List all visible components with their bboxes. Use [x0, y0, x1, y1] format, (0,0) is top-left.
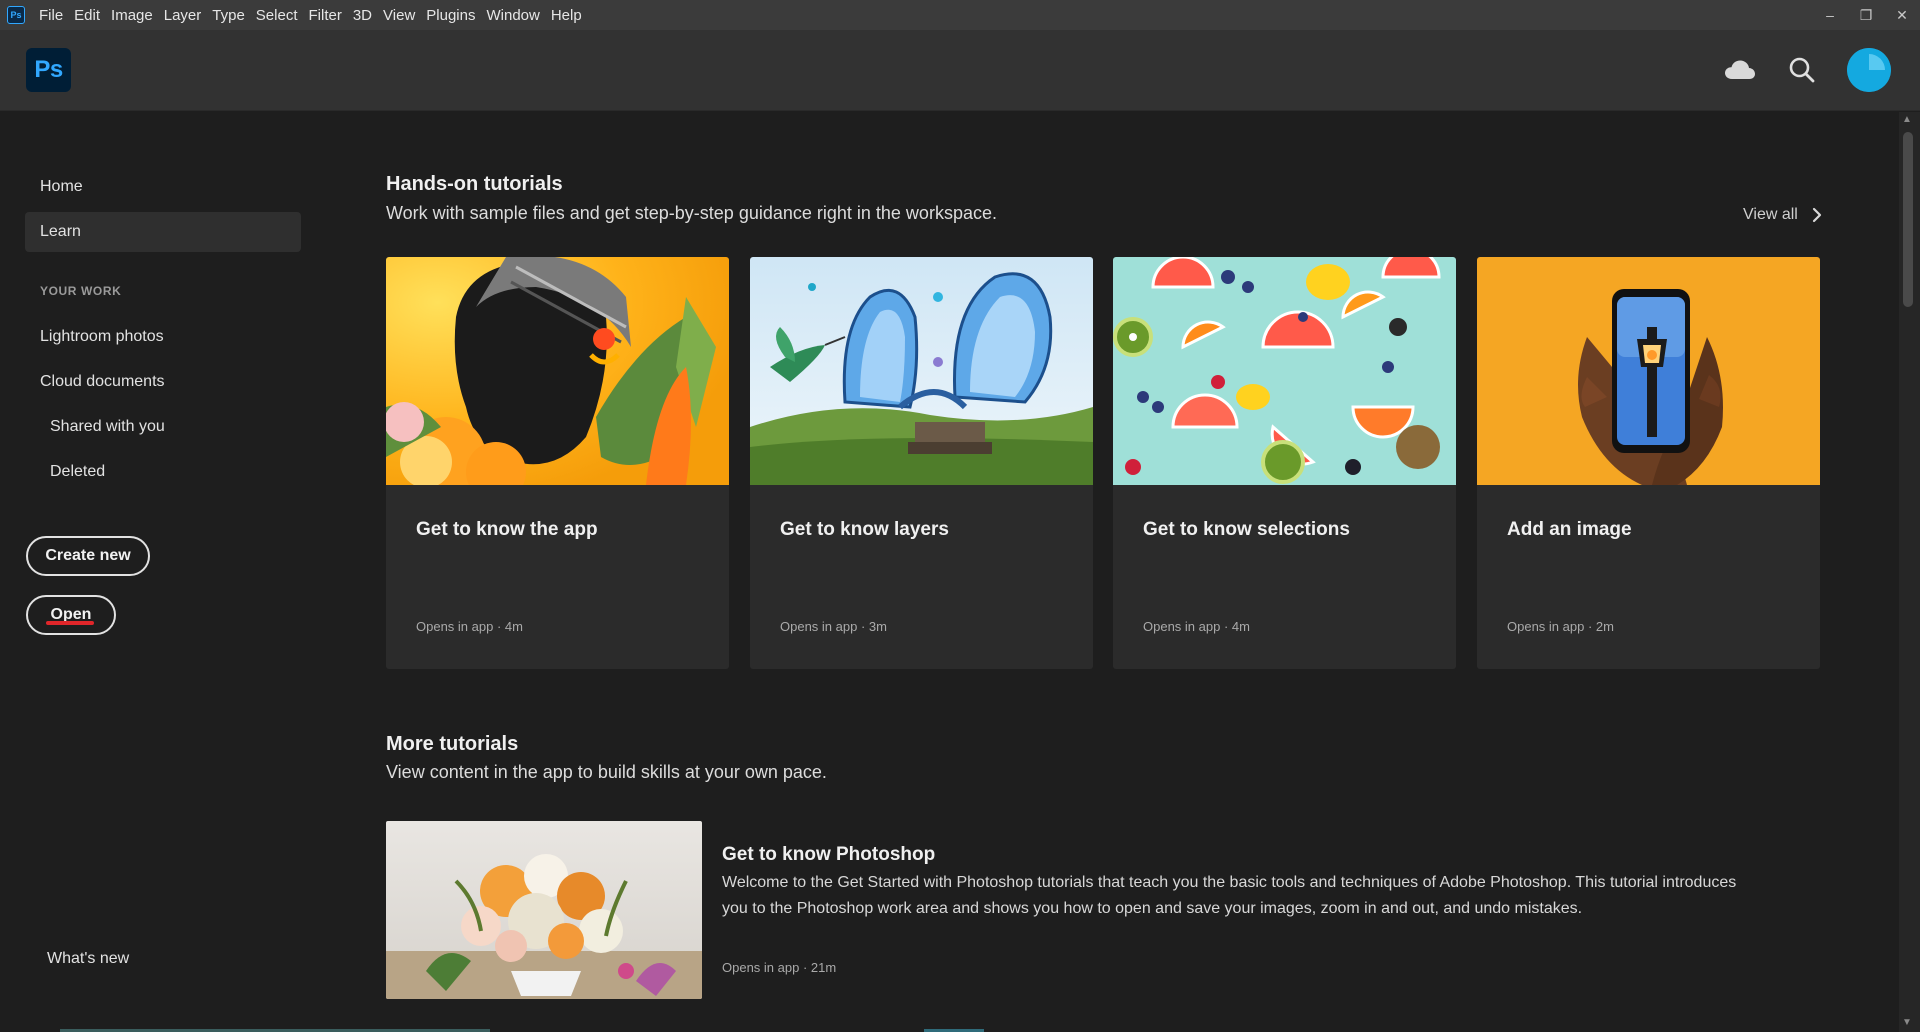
- whats-new-link[interactable]: What's new: [47, 950, 129, 968]
- menu-image[interactable]: Image: [111, 7, 163, 24]
- menu-select[interactable]: Select: [256, 7, 308, 24]
- card-meta: Opens in app · 2m: [1507, 619, 1614, 634]
- card-title: Add an image: [1507, 519, 1632, 540]
- more-item-meta: Opens in app · 21m: [722, 960, 837, 975]
- more-thumbnail-flowers[interactable]: [386, 821, 702, 999]
- restore-button[interactable]: ❐: [1848, 0, 1884, 30]
- view-all-link[interactable]: View all: [1743, 206, 1822, 224]
- menu-filter[interactable]: Filter: [309, 7, 352, 24]
- scroll-thumb[interactable]: [1903, 132, 1913, 307]
- card-meta: Opens in app · 4m: [416, 619, 523, 634]
- menu-edit[interactable]: Edit: [74, 7, 110, 24]
- view-all-label: View all: [1743, 206, 1798, 223]
- your-work-label: YOUR WORK: [40, 284, 122, 298]
- open-highlight-mark: [46, 621, 94, 625]
- tutorial-card-layers[interactable]: Get to know layers Opens in app · 3m: [750, 257, 1093, 669]
- scrollbar[interactable]: ▲ ▼: [1899, 112, 1920, 1032]
- card-meta: Opens in app · 4m: [1143, 619, 1250, 634]
- chevron-right-icon: [1812, 207, 1821, 223]
- menu-3d[interactable]: 3D: [353, 7, 382, 24]
- menu-window[interactable]: Window: [486, 7, 549, 24]
- open-button[interactable]: Open: [26, 595, 116, 635]
- ps-app-icon: Ps: [7, 6, 25, 24]
- menu-layer[interactable]: Layer: [164, 7, 212, 24]
- card-thumbnail-gramophone: [750, 257, 1093, 485]
- card-thumbnail-portrait: [386, 257, 729, 485]
- menu-file[interactable]: File: [39, 7, 73, 24]
- card-title: Get to know layers: [780, 519, 949, 540]
- search-icon[interactable]: [1784, 52, 1820, 88]
- more-item-description: Welcome to the Get Started with Photosho…: [722, 874, 1737, 917]
- close-button[interactable]: ✕: [1884, 0, 1920, 30]
- card-title: Get to know selections: [1143, 519, 1350, 540]
- card-title: Get to know the app: [416, 519, 598, 540]
- hands-on-subtitle: Work with sample files and get step-by-s…: [386, 203, 997, 223]
- more-tutorials-title: More tutorials: [386, 733, 519, 755]
- sidebar-item-cloud-documents[interactable]: Cloud documents: [25, 362, 301, 402]
- app-header: Ps: [0, 30, 1920, 111]
- menu-bar: Ps File Edit Image Layer Type Select Fil…: [0, 0, 1920, 30]
- card-thumbnail-fruit: [1113, 257, 1456, 485]
- ps-logo[interactable]: Ps: [26, 48, 71, 92]
- menu-type[interactable]: Type: [212, 7, 255, 24]
- sidebar-item-home[interactable]: Home: [25, 167, 301, 207]
- scroll-up-icon[interactable]: ▲: [1902, 114, 1912, 125]
- tutorial-card-selections[interactable]: Get to know selections Opens in app · 4m: [1113, 257, 1456, 669]
- tutorial-card-add-image[interactable]: Add an image Opens in app · 2m: [1477, 257, 1820, 669]
- window-controls: – ❐ ✕: [1812, 0, 1920, 30]
- create-new-button[interactable]: Create new: [26, 536, 150, 576]
- card-meta: Opens in app · 3m: [780, 619, 887, 634]
- avatar[interactable]: [1847, 48, 1891, 92]
- minimize-button[interactable]: –: [1812, 0, 1848, 30]
- tutorial-card-app[interactable]: Get to know the app Opens in app · 4m: [386, 257, 729, 669]
- sidebar-item-deleted[interactable]: Deleted: [25, 452, 301, 492]
- menu-plugins[interactable]: Plugins: [426, 7, 485, 24]
- sidebar-item-lightroom-photos[interactable]: Lightroom photos: [25, 317, 301, 357]
- more-item-title[interactable]: Get to know Photoshop: [722, 844, 935, 866]
- sidebar-item-learn[interactable]: Learn: [25, 212, 301, 252]
- cloud-icon[interactable]: [1722, 52, 1758, 88]
- hands-on-title: Hands-on tutorials: [386, 173, 563, 195]
- more-tutorials-subtitle: View content in the app to build skills …: [386, 762, 827, 782]
- sidebar-item-shared-with-you[interactable]: Shared with you: [25, 407, 301, 447]
- scroll-down-icon[interactable]: ▼: [1902, 1017, 1912, 1028]
- menu-view[interactable]: View: [383, 7, 425, 24]
- menu-help[interactable]: Help: [551, 7, 592, 24]
- card-thumbnail-phone: [1477, 257, 1820, 485]
